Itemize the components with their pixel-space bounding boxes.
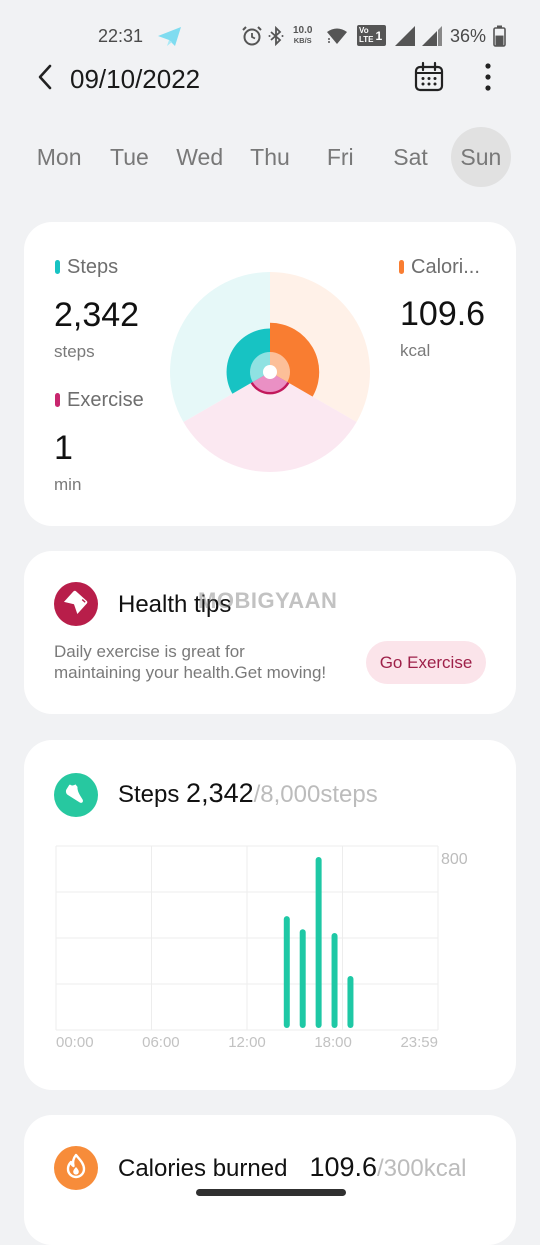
tab-day-sat[interactable]: Sat bbox=[375, 126, 445, 188]
exercise-unit: min bbox=[54, 475, 82, 494]
exercise-legend-label: Exercise bbox=[67, 389, 144, 411]
day-label: Thu bbox=[250, 143, 290, 170]
calories-legend-label: Calori... bbox=[411, 256, 480, 278]
calories-legend-marker bbox=[399, 260, 404, 274]
calories-icon-badge bbox=[54, 1146, 98, 1190]
weekday-selector: Mon Tue Wed Thu Fri Sat Sun bbox=[24, 126, 516, 188]
tab-day-fri[interactable]: Fri bbox=[305, 126, 375, 188]
telegram-icon bbox=[157, 26, 183, 53]
steps-bar-14h[interactable] bbox=[283, 916, 290, 1028]
tab-day-thu[interactable]: Thu bbox=[235, 126, 305, 188]
steps-bar-16h[interactable] bbox=[315, 857, 322, 1028]
battery-icon bbox=[493, 25, 506, 52]
network-speed-unit: KB/S bbox=[293, 36, 312, 45]
flame-icon bbox=[62, 1152, 90, 1185]
x-tick-label: 18:00 bbox=[314, 1034, 352, 1051]
steps-legend-label: Steps bbox=[67, 256, 119, 278]
radial-center-dot bbox=[263, 365, 277, 379]
health-tag-icon bbox=[62, 588, 90, 621]
signal-icon bbox=[394, 26, 416, 51]
volte-bottom-label: LTE bbox=[359, 35, 374, 44]
calories-card[interactable]: Calories burned 109.6 /300kcal bbox=[24, 1115, 516, 1245]
steps-card[interactable]: Steps 2,342 /8,000steps 800 00:00 06:00 … bbox=[24, 740, 516, 1090]
calories-card-title: Calories burned 109.6 /300kcal bbox=[118, 1152, 466, 1183]
steps-unit: steps bbox=[54, 342, 95, 361]
back-button[interactable] bbox=[28, 61, 62, 97]
x-tick-label: 12:00 bbox=[228, 1034, 266, 1051]
calories-value: 109.6 bbox=[400, 295, 486, 333]
x-tick-label: 00:00 bbox=[56, 1034, 94, 1051]
x-tick-label: 06:00 bbox=[142, 1034, 180, 1051]
battery-percent: 36% bbox=[450, 26, 487, 46]
exercise-legend-marker bbox=[55, 393, 60, 407]
x-axis-ticks: 00:00 06:00 12:00 18:00 23:59 bbox=[56, 1033, 438, 1053]
page-title: 09/10/2022 bbox=[70, 64, 201, 94]
day-label: Tue bbox=[110, 143, 149, 170]
day-label: Fri bbox=[326, 143, 354, 170]
status-bar: 22:31 10.0 KB/S Vo LTE 1 36% bbox=[0, 18, 540, 54]
bluetooth-icon bbox=[268, 25, 284, 51]
steps-bar-17h[interactable] bbox=[331, 932, 338, 1028]
tab-day-tue[interactable]: Tue bbox=[94, 126, 164, 188]
network-speed: 10.0 KB/S bbox=[293, 26, 312, 45]
calendar-button[interactable] bbox=[410, 60, 448, 98]
health-tips-description-line: maintaining your health.Get moving! bbox=[54, 663, 327, 682]
calories-card-value: 109.6 bbox=[309, 1152, 378, 1182]
y-axis-max-label: 800 bbox=[441, 851, 468, 868]
steps-value: 2,342 bbox=[54, 296, 140, 334]
steps-legend-marker bbox=[55, 260, 60, 274]
exercise-value: 1 bbox=[54, 429, 73, 467]
health-tips-description-line: Daily exercise is great for bbox=[54, 642, 245, 661]
steps-bar-18h[interactable] bbox=[347, 975, 354, 1028]
day-label: Sun bbox=[460, 143, 502, 170]
alarm-icon bbox=[241, 25, 263, 52]
x-tick-label: 23:59 bbox=[400, 1034, 438, 1051]
day-label: Mon bbox=[36, 143, 82, 170]
status-time: 22:31 bbox=[98, 26, 144, 46]
activity-radial-chart bbox=[170, 272, 370, 472]
chevron-left-icon bbox=[34, 62, 56, 97]
volte-icon: Vo LTE 1 bbox=[357, 25, 386, 46]
watermark: MOBIGYAAN bbox=[198, 588, 338, 613]
calendar-icon bbox=[413, 61, 445, 98]
signal-icon bbox=[421, 26, 443, 51]
tab-day-wed[interactable]: Wed bbox=[165, 126, 235, 188]
volte-top-label: Vo bbox=[359, 26, 369, 35]
health-tips-card: Health tips MOBIGYAAN Daily exercise is … bbox=[24, 551, 516, 714]
day-label: Wed bbox=[176, 143, 224, 170]
home-gesture-bar[interactable] bbox=[196, 1189, 346, 1196]
more-vertical-icon bbox=[483, 60, 493, 99]
activity-summary-card[interactable]: Steps 2,342 steps Exercise 1 min Calori.… bbox=[24, 222, 516, 526]
tab-day-mon[interactable]: Mon bbox=[24, 126, 94, 188]
calories-card-label: Calories burned bbox=[118, 1155, 288, 1182]
tab-day-sun[interactable]: Sun bbox=[446, 126, 516, 188]
wifi-icon bbox=[325, 27, 349, 50]
more-options-button[interactable] bbox=[472, 60, 504, 98]
network-speed-value: 10.0 bbox=[293, 25, 313, 36]
calories-card-goal: /300kcal bbox=[377, 1155, 467, 1182]
sim-slot-label: 1 bbox=[375, 28, 383, 43]
go-exercise-button[interactable]: Go Exercise bbox=[366, 641, 486, 684]
health-tips-icon-badge bbox=[54, 582, 98, 626]
day-label: Sat bbox=[393, 143, 428, 170]
health-tips-description: Daily exercise is great for maintaining … bbox=[54, 641, 326, 683]
steps-bar-15h[interactable] bbox=[299, 929, 306, 1028]
calories-unit: kcal bbox=[400, 341, 431, 360]
